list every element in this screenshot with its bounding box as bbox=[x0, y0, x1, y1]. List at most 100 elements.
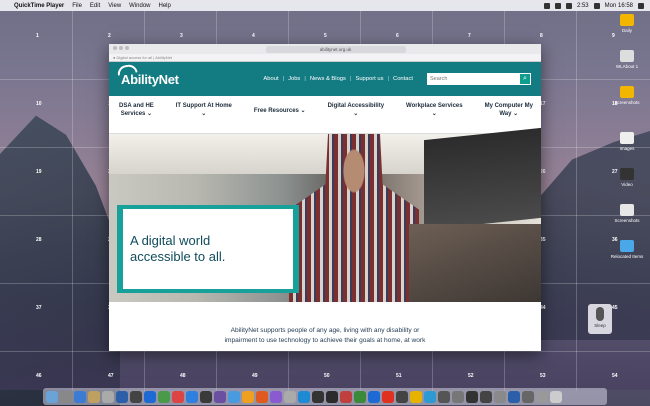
desktop-icon[interactable]: Screenshots bbox=[607, 204, 647, 223]
grid-number: 6 bbox=[396, 33, 399, 39]
dock-app-icon[interactable] bbox=[340, 390, 352, 403]
dock-app-icon[interactable] bbox=[144, 390, 156, 403]
grid-number: 54 bbox=[612, 373, 618, 379]
site-header: AbilityNet About | Jobs | News & Blogs | Su… bbox=[109, 62, 541, 96]
nav-contact[interactable]: Contact bbox=[393, 76, 413, 82]
desktop-icon[interactable]: Relocated Items bbox=[607, 240, 647, 259]
dock-app-icon[interactable] bbox=[88, 390, 100, 403]
nav-jobs[interactable]: Jobs bbox=[288, 76, 300, 82]
mainnav-free-resources[interactable]: Free Resources ⌄ bbox=[254, 102, 306, 133]
mainnav-workplace[interactable]: Workplace Services ⌄ bbox=[406, 102, 463, 133]
dock-app-icon[interactable] bbox=[130, 390, 142, 403]
nav-about[interactable]: About bbox=[263, 76, 278, 82]
dock-app-icon[interactable] bbox=[312, 390, 324, 403]
dock-app-icon[interactable] bbox=[424, 390, 436, 403]
dock-app-icon[interactable] bbox=[466, 390, 478, 403]
nav-support[interactable]: Support us bbox=[355, 76, 383, 82]
status-icon[interactable] bbox=[565, 2, 572, 9]
desktop-icon[interactable]: Screenshots bbox=[607, 86, 647, 105]
dock-app-icon[interactable] bbox=[550, 390, 562, 403]
grid-number: 37 bbox=[36, 305, 42, 311]
menu-edit[interactable]: Edit bbox=[90, 3, 100, 9]
grid-number: 53 bbox=[540, 373, 546, 379]
dock-app-icon[interactable] bbox=[186, 390, 198, 403]
desktop-icon-label: Relocated Items bbox=[610, 254, 644, 259]
desktop-icon[interactable]: Daily bbox=[607, 14, 647, 33]
dock-app-icon[interactable] bbox=[116, 390, 128, 403]
nav-news[interactable]: News & Blogs bbox=[310, 76, 346, 82]
grid-number: 7 bbox=[468, 33, 471, 39]
grid-number: 52 bbox=[468, 373, 474, 379]
dock-app-icon[interactable] bbox=[102, 390, 114, 403]
dock-app-icon[interactable] bbox=[284, 390, 296, 403]
dock-app-icon[interactable] bbox=[326, 390, 338, 403]
grid-line bbox=[0, 351, 650, 352]
mainnav-dsa[interactable]: DSA and HE Services ⌄ bbox=[119, 102, 154, 133]
tab-title[interactable]: ● Digital access for all | AbilityNet bbox=[113, 55, 172, 60]
dock-app-icon[interactable] bbox=[270, 390, 282, 403]
dock-app-icon[interactable] bbox=[172, 390, 184, 403]
spotlight-icon[interactable] bbox=[638, 2, 644, 9]
mainnav-my-computer[interactable]: My Computer My Way ⌄ bbox=[485, 102, 533, 133]
battery-time[interactable]: 2:53 bbox=[577, 3, 589, 9]
dock-app-icon[interactable] bbox=[60, 390, 72, 403]
desktop-icon[interactable]: Video bbox=[607, 168, 647, 187]
dock-app-icon[interactable] bbox=[368, 390, 380, 403]
desktop-icon-label: Images bbox=[619, 146, 635, 151]
search-input[interactable] bbox=[427, 73, 519, 85]
dock-app-icon[interactable] bbox=[480, 390, 492, 403]
mainnav-digital-accessibility[interactable]: Digital Accessibility ⌄ bbox=[328, 102, 384, 133]
microphone-icon bbox=[596, 307, 604, 321]
siri-button[interactable]: Sleep bbox=[588, 304, 612, 334]
menu-view[interactable]: View bbox=[108, 3, 121, 9]
dock-app-icon[interactable] bbox=[508, 390, 520, 403]
clock[interactable]: Mon 16:58 bbox=[605, 3, 633, 9]
intro-line: impairment to use technology to achieve … bbox=[224, 337, 426, 344]
dock-app-icon[interactable] bbox=[522, 390, 534, 403]
menu-file[interactable]: File bbox=[72, 3, 82, 9]
dock-app-icon[interactable] bbox=[354, 390, 366, 403]
intro-line: AbilityNet supports people of any age, l… bbox=[230, 327, 420, 334]
search-icon[interactable]: ⌕ bbox=[519, 73, 531, 85]
desktop-icon-label: Daily bbox=[621, 28, 632, 33]
dock-app-icon[interactable] bbox=[46, 390, 58, 403]
dock-app-icon[interactable] bbox=[438, 390, 450, 403]
dock-app-icon[interactable] bbox=[242, 390, 254, 403]
desktop-icon-label: WLAbout 1 bbox=[615, 64, 639, 69]
dock-app-icon[interactable] bbox=[382, 390, 394, 403]
abilitynet-logo[interactable]: AbilityNet bbox=[119, 72, 179, 87]
grid-number: 1 bbox=[36, 33, 39, 39]
grid-line bbox=[72, 11, 73, 391]
traffic-lights[interactable] bbox=[113, 46, 131, 52]
dock-app-icon[interactable] bbox=[200, 390, 212, 403]
menu-bar: QuickTime Player File Edit View Window H… bbox=[0, 0, 650, 11]
status-icon[interactable] bbox=[543, 2, 550, 9]
mainnav-it-support[interactable]: IT Support At Home ⌄ bbox=[176, 102, 232, 133]
desktop-icon[interactable]: WLAbout 1 bbox=[607, 50, 647, 69]
grid-line bbox=[576, 11, 577, 391]
dock-app-icon[interactable] bbox=[228, 390, 240, 403]
dock-app-icon[interactable] bbox=[298, 390, 310, 403]
wifi-icon[interactable] bbox=[593, 2, 600, 9]
address-bar[interactable]: abilitynet.org.uk bbox=[265, 45, 406, 53]
menu-help[interactable]: Help bbox=[159, 3, 171, 9]
dock-app-icon[interactable] bbox=[158, 390, 170, 403]
grid-number: 48 bbox=[180, 373, 186, 379]
grid-number: 49 bbox=[252, 373, 258, 379]
menu-window[interactable]: Window bbox=[129, 3, 150, 9]
dock-app-icon[interactable] bbox=[214, 390, 226, 403]
app-name[interactable]: QuickTime Player bbox=[14, 3, 64, 9]
status-icon[interactable] bbox=[554, 2, 561, 9]
dock-app-icon[interactable] bbox=[452, 390, 464, 403]
desktop-icon-label: Video bbox=[621, 182, 633, 187]
grid-number: 3 bbox=[180, 33, 183, 39]
dock-app-icon[interactable] bbox=[396, 390, 408, 403]
dock-app-icon[interactable] bbox=[536, 390, 548, 403]
dock-app-icon[interactable] bbox=[494, 390, 506, 403]
dock-app-icon[interactable] bbox=[410, 390, 422, 403]
grid-number: 19 bbox=[36, 169, 42, 175]
grid-number: 9 bbox=[612, 33, 615, 39]
desktop-icon[interactable]: Images bbox=[607, 132, 647, 151]
dock-app-icon[interactable] bbox=[256, 390, 268, 403]
dock-app-icon[interactable] bbox=[74, 390, 86, 403]
